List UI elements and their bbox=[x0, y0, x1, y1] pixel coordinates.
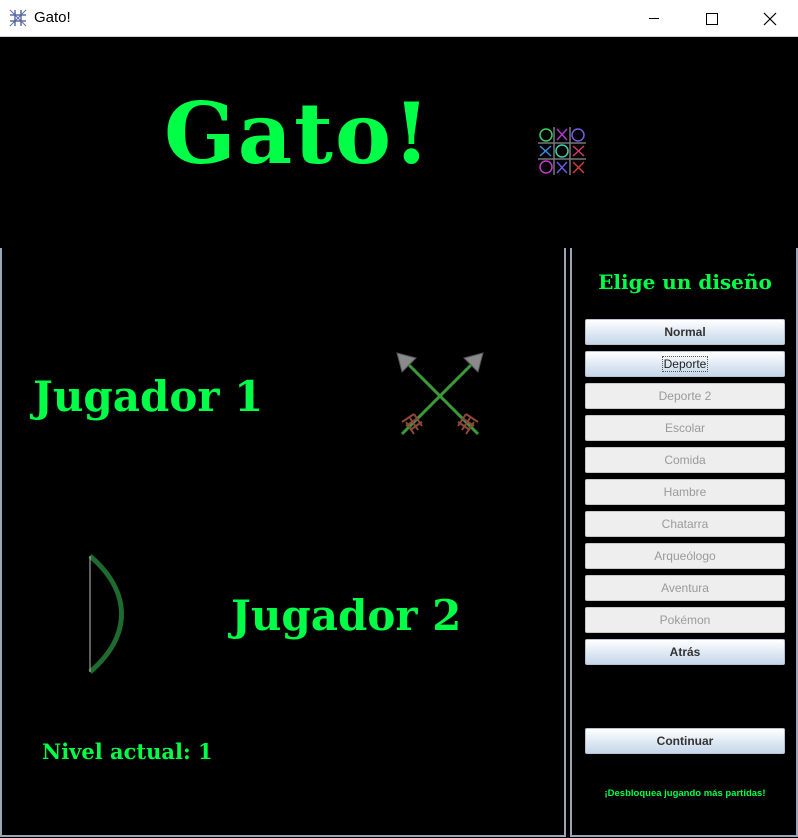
continue-button[interactable]: Continuar bbox=[585, 728, 785, 754]
design-hambre-button: Hambre bbox=[585, 479, 785, 505]
maximize-button[interactable] bbox=[683, 0, 741, 37]
design-panel: Elige un diseño Normal Deporte Deporte 2… bbox=[570, 248, 798, 837]
maximize-icon bbox=[706, 13, 718, 25]
design-deporte-button[interactable]: Deporte bbox=[585, 351, 785, 377]
design-aventura-button: Aventura bbox=[585, 575, 785, 601]
minimize-icon bbox=[649, 18, 659, 19]
design-arqueologo-button: Arqueólogo bbox=[585, 543, 785, 569]
header: Gato! bbox=[0, 38, 798, 248]
design-panel-heading: Elige un diseño bbox=[598, 270, 772, 294]
bow-icon bbox=[88, 554, 124, 674]
design-deporte2-button: Deporte 2 bbox=[585, 383, 785, 409]
back-button[interactable]: Atrás bbox=[585, 639, 785, 665]
close-button[interactable] bbox=[741, 0, 798, 37]
unlock-hint: ¡Desbloquea jugando más partidas! bbox=[604, 788, 766, 799]
design-chatarra-button: Chatarra bbox=[585, 511, 785, 537]
design-normal-button[interactable]: Normal bbox=[585, 319, 785, 345]
game-panel: Jugador 1 Jugador 2 Nivel actual: 1 bbox=[0, 248, 566, 837]
window-title: Gato! bbox=[34, 9, 71, 26]
close-icon bbox=[763, 12, 777, 26]
player2-label: Jugador 2 bbox=[231, 591, 462, 640]
design-escolar-button: Escolar bbox=[585, 415, 785, 441]
game-title: Gato! bbox=[164, 84, 432, 183]
crossed-arrows-icon bbox=[396, 352, 484, 436]
design-pokemon-button: Pokémon bbox=[585, 607, 785, 633]
current-level: Nivel actual: 1 bbox=[42, 739, 213, 764]
player1-label: Jugador 1 bbox=[33, 372, 264, 421]
window-titlebar: Gato! bbox=[0, 0, 798, 37]
design-comida-button: Comida bbox=[585, 447, 785, 473]
minimize-button[interactable] bbox=[625, 0, 683, 37]
tic-tac-toe-icon bbox=[9, 9, 27, 27]
tic-tac-toe-board-icon bbox=[538, 127, 586, 175]
design-options: Normal Deporte Deporte 2 Escolar Comida … bbox=[585, 319, 785, 671]
